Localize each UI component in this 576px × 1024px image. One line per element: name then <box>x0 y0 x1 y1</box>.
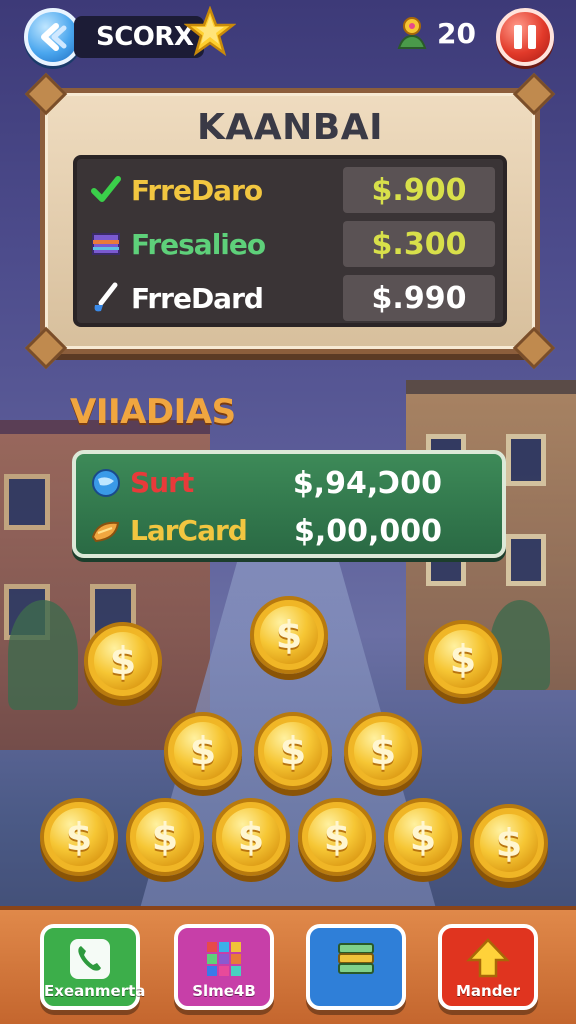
coin[interactable]: $ <box>40 798 118 876</box>
coin[interactable]: $ <box>164 712 242 790</box>
bottom-bar: Exeanmerta Slme4B Mander <box>0 906 576 1024</box>
coin[interactable]: $ <box>212 798 290 876</box>
coin[interactable]: $ <box>344 712 422 790</box>
coin[interactable]: $ <box>84 622 162 700</box>
up-arrow-icon <box>466 938 510 978</box>
phone-icon <box>70 939 110 979</box>
grid-button-label: Slme4B <box>192 982 256 1000</box>
coin[interactable]: $ <box>254 712 332 790</box>
coin[interactable]: $ <box>298 798 376 876</box>
coin[interactable]: $ <box>470 804 548 882</box>
upgrade-button[interactable]: Mander <box>438 924 538 1010</box>
upgrade-button-label: Mander <box>455 982 521 1000</box>
coin[interactable]: $ <box>250 596 328 674</box>
coin[interactable]: $ <box>126 798 204 876</box>
coin[interactable]: $ <box>424 620 502 698</box>
grid-button[interactable]: Slme4B <box>174 924 274 1010</box>
coin-pile: $ $ $ $ $ $ $ $ $ $ $ $ <box>0 0 576 1024</box>
phone-button[interactable]: Exeanmerta <box>40 924 146 1010</box>
cash-stack-icon <box>338 943 374 974</box>
cash-button[interactable] <box>306 924 406 1010</box>
coin[interactable]: $ <box>384 798 462 876</box>
grid-icon <box>207 942 241 976</box>
phone-button-label: Exeanmerta <box>44 982 146 1000</box>
